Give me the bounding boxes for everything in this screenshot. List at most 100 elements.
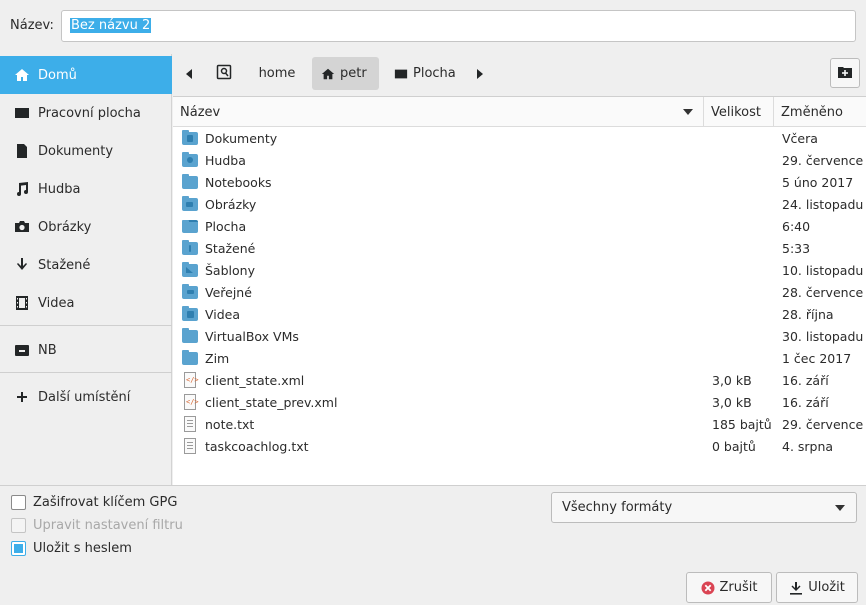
sidebar-item-documents[interactable]: Dokumenty <box>0 132 172 170</box>
encrypt-gpg-checkbox[interactable]: Zašifrovat klíčem GPG <box>11 495 177 510</box>
chevron-right-icon <box>477 68 483 79</box>
file-name-value: Bez názvu 2 <box>70 18 152 33</box>
sidebar-item-label: Videa <box>38 295 75 311</box>
folder-videos-icon <box>182 306 198 321</box>
file-modified: 28. července <box>782 285 864 300</box>
crumb-petr[interactable]: petr <box>312 57 379 90</box>
column-size[interactable]: Velikost <box>704 97 774 127</box>
table-row[interactable]: Videa 28. října <box>173 303 866 325</box>
file-name: client_state_prev.xml <box>205 395 338 410</box>
table-row[interactable]: taskcoachlog.txt 0 bajtů 4. srpna <box>173 435 866 457</box>
chevron-down-icon <box>835 505 845 511</box>
file-modified: 5:33 <box>782 241 811 256</box>
sidebar-item-downloads[interactable]: Stažené <box>0 246 172 284</box>
edit-filter-checkbox[interactable]: Upravit nastavení filtru <box>11 518 183 533</box>
sort-arrow-icon <box>683 109 693 115</box>
table-row[interactable]: note.txt 185 bajtů 29. července <box>173 413 866 435</box>
folder-downloads-icon <box>182 240 198 255</box>
path-back-button[interactable] <box>186 57 200 90</box>
cancel-icon <box>701 581 715 595</box>
save-button[interactable]: Uložit <box>776 572 858 603</box>
file-name: VirtualBox VMs <box>205 329 299 344</box>
table-row[interactable]: Šablony 10. listopadu <box>173 259 866 281</box>
drive-icon <box>14 342 30 358</box>
file-modified: 1 čec 2017 <box>782 351 852 366</box>
dialog-footer: Zašifrovat klíčem GPG Upravit nastavení … <box>0 485 866 605</box>
sidebar-item-videos[interactable]: Videa <box>0 284 172 322</box>
text-file-icon <box>182 438 198 454</box>
chevron-left-icon <box>186 68 192 79</box>
table-row[interactable]: Stažené 5:33 <box>173 237 866 259</box>
sidebar-item-desktop[interactable]: Pracovní plocha <box>0 94 172 132</box>
table-row[interactable]: Notebooks 5 úno 2017 <box>173 171 866 193</box>
name-label: Název: <box>10 18 54 33</box>
column-header: Název Velikost Změněno <box>173 97 866 127</box>
sidebar-item-label: Pracovní plocha <box>38 105 141 121</box>
camera-icon <box>14 219 30 235</box>
file-modified: 6:40 <box>782 219 811 234</box>
file-name: Šablony <box>205 263 255 278</box>
checkbox-label: Uložit s heslem <box>33 541 132 556</box>
xml-file-icon: </> <box>182 394 199 410</box>
file-name: Plocha <box>205 219 247 234</box>
column-modified[interactable]: Změněno <box>774 97 866 127</box>
sidebar-item-home[interactable]: Domů <box>0 56 172 94</box>
file-modified: 10. listopadu <box>782 263 864 278</box>
xml-file-icon: </> <box>182 372 199 388</box>
table-row[interactable]: Veřejné 28. července <box>173 281 866 303</box>
sidebar-item-label: Domů <box>38 67 77 83</box>
table-row[interactable]: </> client_state.xml 3,0 kB 16. září <box>173 369 866 391</box>
table-row[interactable]: Dokumenty Včera <box>173 127 866 149</box>
folder-icon <box>182 350 198 365</box>
crumb-plocha[interactable]: Plocha <box>391 57 465 90</box>
sidebar-item-label: Hudba <box>38 181 81 197</box>
table-row[interactable]: Plocha 6:40 <box>173 215 866 237</box>
file-size: 3,0 kB <box>712 373 752 388</box>
cancel-button[interactable]: Zrušit <box>686 572 772 603</box>
crumb-home[interactable]: home <box>252 57 302 90</box>
folder-templates-icon <box>182 262 198 277</box>
desktop-icon <box>14 105 30 121</box>
file-name: Obrázky <box>205 197 257 212</box>
crumb-label: Plocha <box>413 66 456 81</box>
column-label: Velikost <box>711 104 761 120</box>
sidebar-separator <box>0 325 172 326</box>
path-forward-button[interactable] <box>477 57 491 90</box>
text-file-icon <box>182 416 198 432</box>
plus-icon <box>14 389 30 405</box>
file-modified: 29. července <box>782 417 864 432</box>
sidebar-item-label: Obrázky <box>38 219 92 235</box>
file-name: note.txt <box>205 417 255 432</box>
file-modified: 30. listopadu <box>782 329 864 344</box>
table-row[interactable]: Hudba 29. července <box>173 149 866 171</box>
table-row[interactable]: VirtualBox VMs 30. listopadu <box>173 325 866 347</box>
file-modified: 16. září <box>782 373 829 388</box>
column-name[interactable]: Název <box>173 97 704 127</box>
name-row: Název: Bez názvu 2 <box>0 0 866 50</box>
sidebar-item-music[interactable]: Hudba <box>0 170 172 208</box>
folder-documents-icon <box>182 130 198 145</box>
sidebar-item-pictures[interactable]: Obrázky <box>0 208 172 246</box>
file-name-input[interactable]: Bez názvu 2 <box>61 10 856 42</box>
file-modified: 29. července <box>782 153 864 168</box>
file-format-select[interactable]: Všechny formáty <box>551 492 857 523</box>
table-row[interactable]: Zim 1 čec 2017 <box>173 347 866 369</box>
file-modified: Včera <box>782 131 818 146</box>
film-icon <box>14 295 30 311</box>
cancel-label: Zrušit <box>719 580 758 595</box>
sidebar-item-nb[interactable]: NB <box>0 331 172 369</box>
file-name: client_state.xml <box>205 373 305 388</box>
file-name: taskcoachlog.txt <box>205 439 309 454</box>
folder-pictures-icon <box>182 196 198 211</box>
create-folder-button[interactable] <box>830 58 860 88</box>
table-row[interactable]: Obrázky 24. listopadu <box>173 193 866 215</box>
file-name: Notebooks <box>205 175 272 190</box>
sidebar-item-other-locations[interactable]: Další umístění <box>0 378 172 416</box>
file-name: Zim <box>205 351 230 366</box>
file-modified: 16. září <box>782 395 829 410</box>
checkbox-label: Zašifrovat klíčem GPG <box>33 495 178 510</box>
save-with-password-checkbox[interactable]: Uložit s heslem <box>11 541 132 556</box>
file-size: 0 bajtů <box>712 439 756 454</box>
path-root-button[interactable] <box>216 57 242 90</box>
table-row[interactable]: </> client_state_prev.xml 3,0 kB 16. září <box>173 391 866 413</box>
